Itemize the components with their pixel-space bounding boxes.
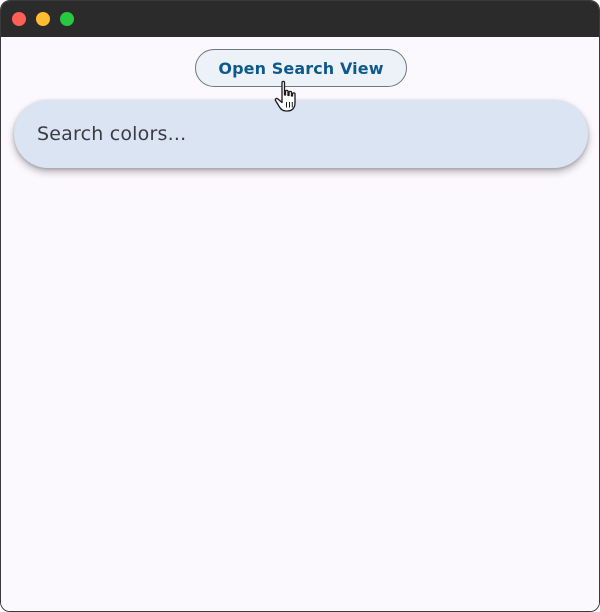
title-bar <box>1 1 599 37</box>
main-content: Open Search View <box>1 37 599 611</box>
open-search-view-button[interactable]: Open Search View <box>195 49 407 87</box>
minimize-window-button[interactable] <box>36 12 50 26</box>
search-bar[interactable] <box>14 100 588 168</box>
close-window-button[interactable] <box>12 12 26 26</box>
app-window: Open Search View <box>0 0 600 612</box>
search-input[interactable] <box>35 122 559 146</box>
maximize-window-button[interactable] <box>60 12 74 26</box>
